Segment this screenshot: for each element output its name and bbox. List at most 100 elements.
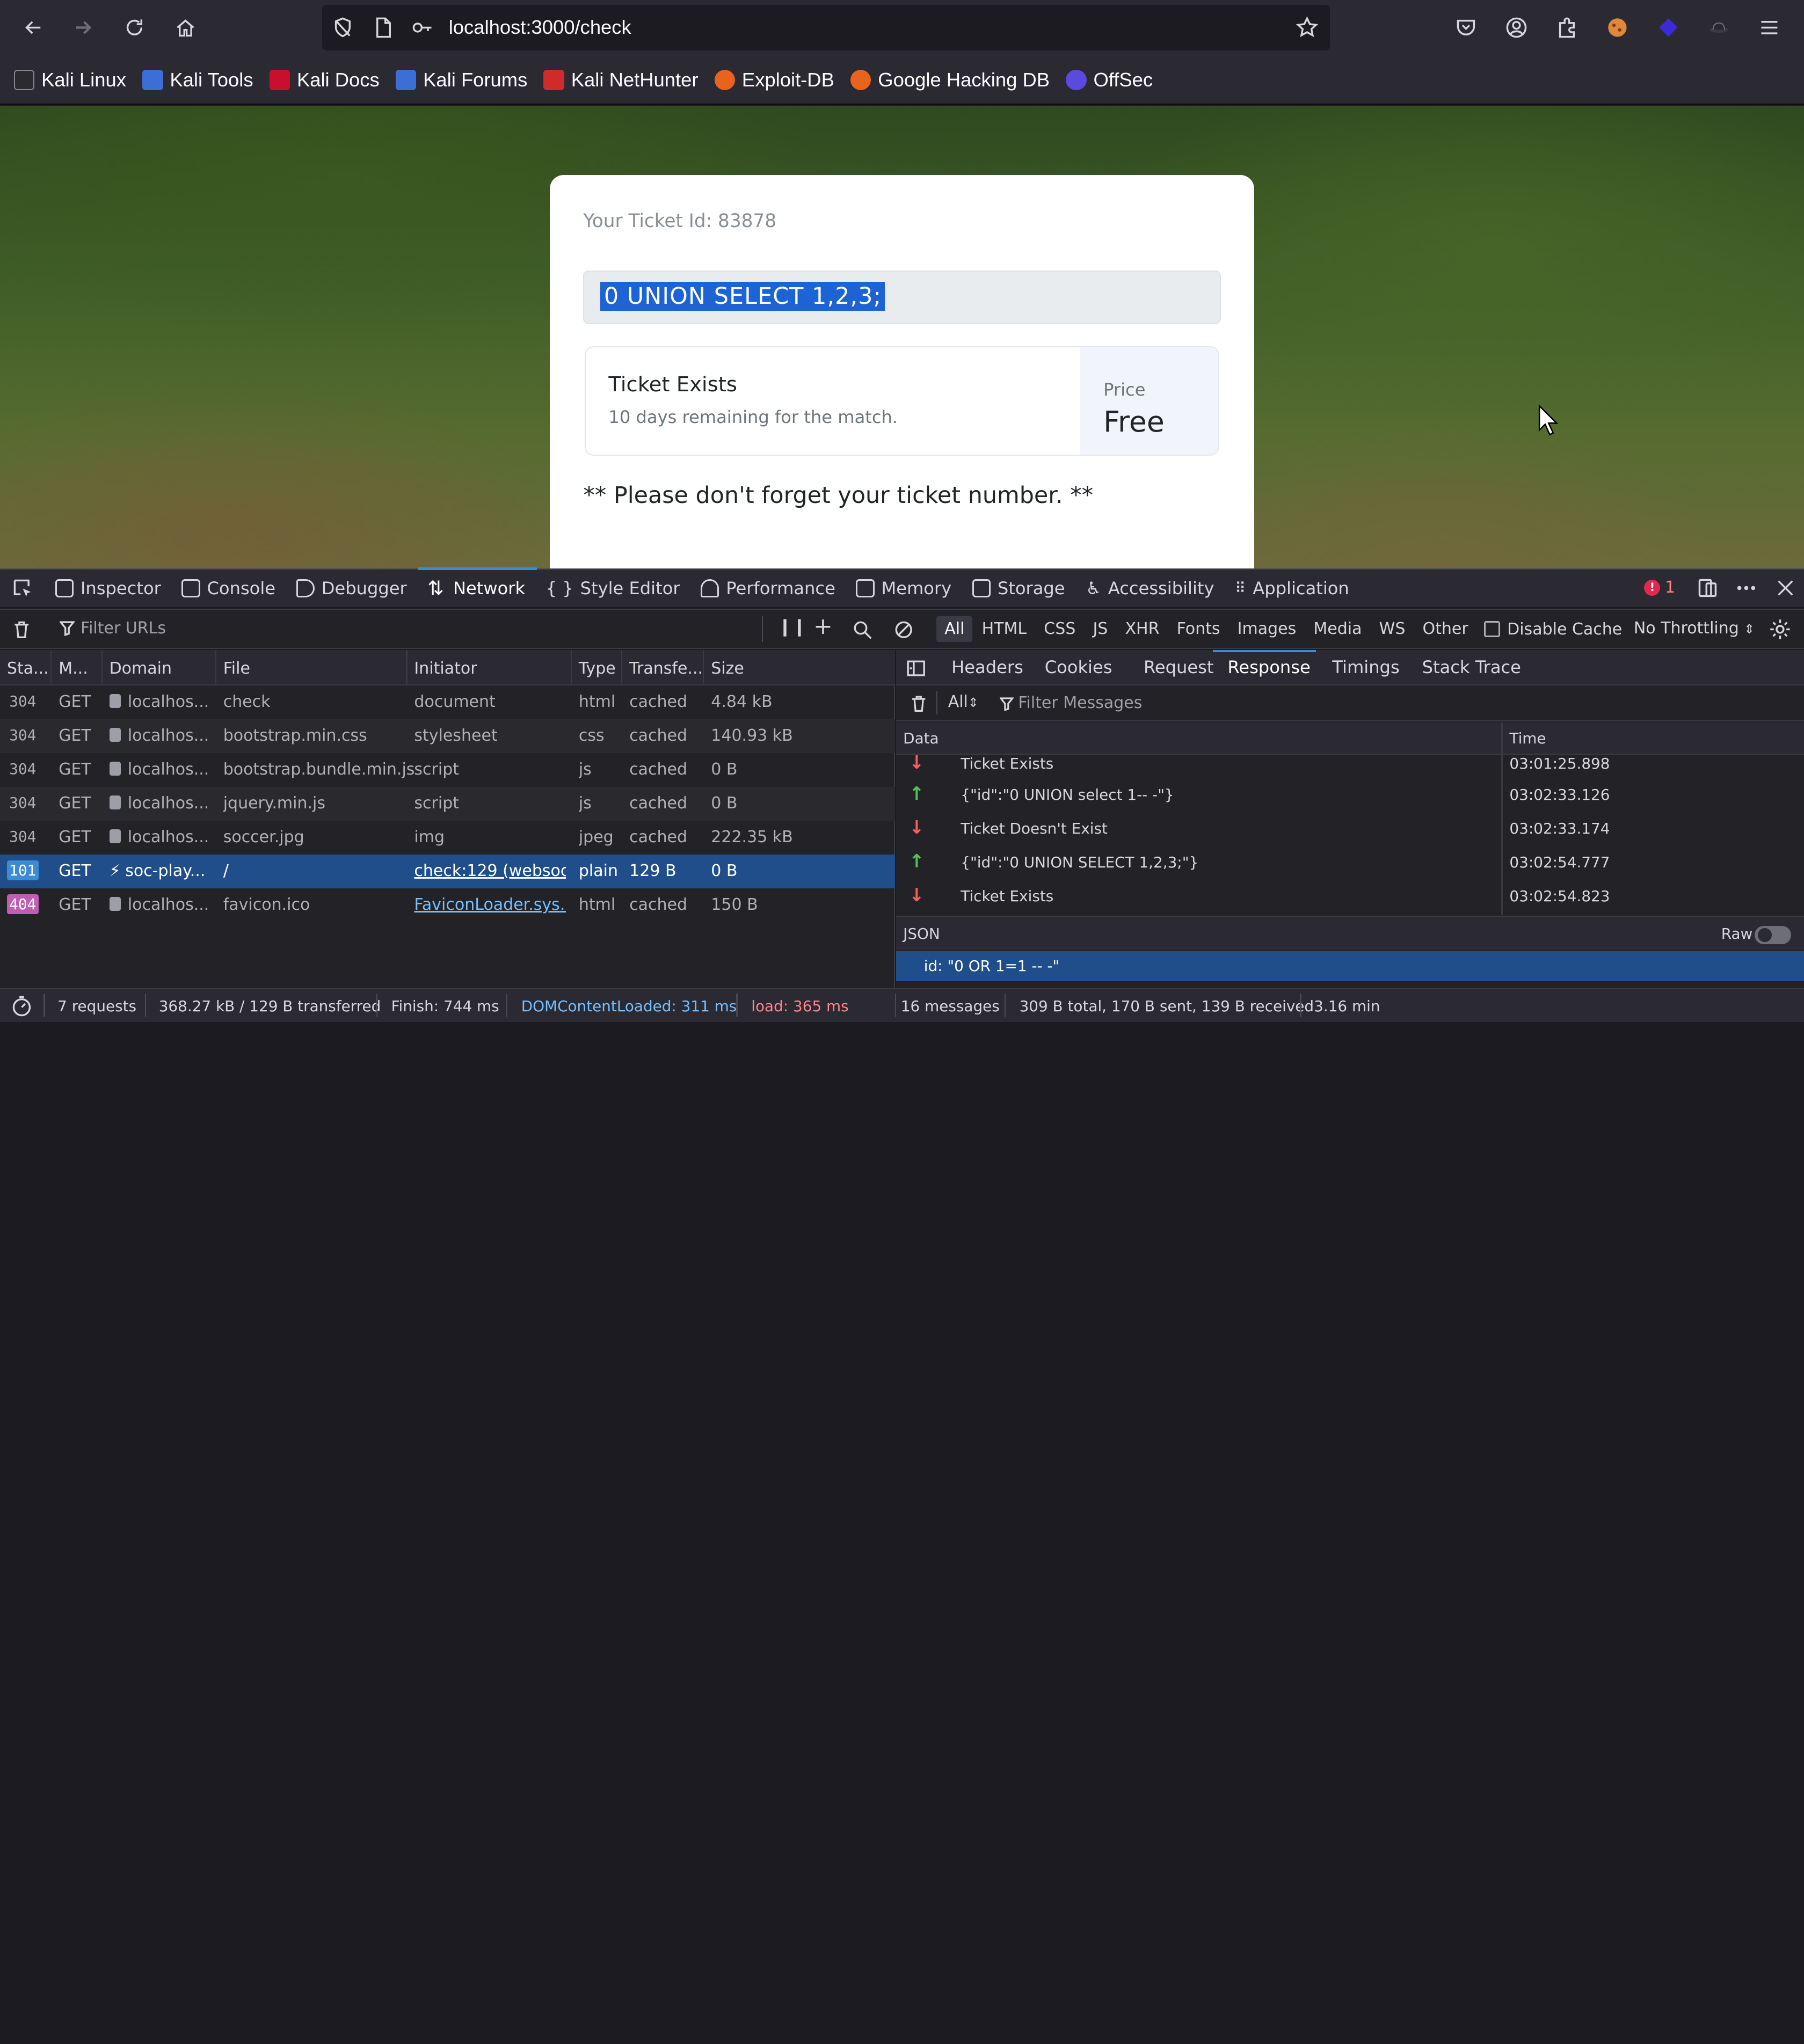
menu-icon[interactable] — [1751, 9, 1788, 46]
clear-requests-icon[interactable] — [11, 619, 32, 640]
bookmark-kali-tools[interactable]: Kali Tools — [142, 69, 253, 91]
col-transferred[interactable]: Transfe... — [629, 659, 703, 678]
request-row[interactable]: 304 GET localhos... bootstrap.bundle.min… — [0, 753, 895, 787]
json-property-row[interactable]: id: "0 OR 1=1 -- -" — [896, 951, 1804, 981]
request-row-selected[interactable]: 101 GET ⚡soc-play... / check:129 (websoc… — [0, 855, 896, 889]
type-filter-xhr[interactable]: XHR — [1117, 616, 1167, 642]
add-request-icon[interactable]: + — [813, 613, 833, 640]
tab-performance[interactable]: Performance — [692, 569, 847, 608]
extensions-icon[interactable] — [1548, 9, 1585, 46]
block-icon[interactable] — [894, 620, 913, 639]
tracking-shield-icon[interactable] — [331, 16, 354, 39]
error-count-badge[interactable]: ! 1 — [1644, 578, 1675, 597]
col-file[interactable]: File — [223, 659, 250, 678]
forward-icon[interactable] — [64, 9, 101, 46]
tab-inspector[interactable]: Inspector — [46, 569, 173, 608]
request-row[interactable]: 304 GET localhos... bootstrap.min.css st… — [0, 719, 896, 754]
close-devtools-icon[interactable] — [1774, 576, 1797, 600]
col-time[interactable]: Time — [1509, 729, 1546, 747]
bookmark-google-hacking-db[interactable]: Google Hacking DB — [850, 69, 1050, 91]
raw-toggle[interactable] — [1754, 925, 1792, 945]
tab-application[interactable]: ⠿ Application — [1226, 569, 1361, 608]
bookmark-offsec[interactable]: OffSec — [1066, 69, 1153, 91]
type-filter-media[interactable]: Media — [1305, 616, 1370, 642]
clear-messages-icon[interactable] — [909, 694, 928, 713]
request-row[interactable]: 304 GET localhos... soccer.jpg img jpeg … — [0, 821, 895, 855]
tab-headers[interactable]: Headers — [951, 657, 1023, 677]
column-divider[interactable] — [50, 649, 52, 686]
pause-icon[interactable]: ❙❙ — [778, 616, 807, 637]
checkbox-box[interactable] — [1484, 621, 1501, 638]
page-info-icon[interactable] — [372, 16, 395, 39]
col-type[interactable]: Type — [579, 659, 616, 678]
column-divider[interactable] — [215, 649, 216, 686]
initiator-link[interactable]: FaviconLoader.sys.... — [414, 895, 566, 914]
back-icon[interactable] — [15, 9, 52, 46]
ticket-input[interactable]: 0 UNION SELECT 1,2,3; — [583, 270, 1221, 325]
tab-debugger[interactable]: Debugger — [287, 569, 418, 608]
reload-icon[interactable] — [116, 9, 153, 46]
pocket-icon[interactable] — [1447, 9, 1485, 46]
permissions-key-icon[interactable] — [411, 16, 434, 39]
message-row[interactable]: ↓ Ticket Exists 03:02:54.823 — [896, 880, 1804, 914]
filter-urls-input[interactable]: Filter URLs — [81, 619, 166, 638]
type-filter-all[interactable]: All — [936, 616, 973, 642]
tab-accessibility[interactable]: ♿ Accessibility — [1076, 569, 1226, 608]
col-method[interactable]: M... — [59, 659, 88, 678]
col-initiator[interactable]: Initiator — [414, 659, 477, 678]
tab-cookies[interactable]: Cookies — [1045, 657, 1112, 677]
bookmark-exploit-db[interactable]: Exploit-DB — [714, 69, 834, 91]
message-row[interactable]: ↓ Ticket Exists 03:01:25.898 — [896, 748, 1804, 782]
col-data[interactable]: Data — [903, 729, 939, 747]
tab-memory[interactable]: Memory — [847, 569, 963, 608]
bookmark-kali-docs[interactable]: Kali Docs — [269, 69, 380, 91]
url-bar[interactable]: localhost:3000/check — [322, 4, 1330, 51]
tab-storage[interactable]: Storage — [963, 569, 1076, 608]
ticket-input-value[interactable]: 0 UNION SELECT 1,2,3; — [600, 281, 885, 311]
column-divider[interactable] — [101, 649, 103, 686]
account-icon[interactable] — [1498, 9, 1535, 46]
col-size[interactable]: Size — [711, 659, 744, 678]
column-divider[interactable] — [406, 649, 408, 686]
network-settings-gear-icon[interactable] — [1769, 618, 1792, 641]
initiator-link[interactable]: check:129 (websoc... — [414, 862, 566, 880]
bookmark-kali-linux[interactable]: Kali Linux — [13, 69, 126, 91]
extension-cookie-icon[interactable] — [1599, 9, 1636, 46]
col-status[interactable]: Sta... — [7, 659, 49, 678]
url-text[interactable]: localhost:3000/check — [449, 16, 631, 39]
tab-stack-trace[interactable]: Stack Trace — [1422, 657, 1521, 677]
column-divider[interactable] — [570, 649, 572, 686]
type-filter-other[interactable]: Other — [1415, 616, 1476, 642]
column-divider[interactable] — [703, 649, 704, 686]
extension-hat-icon[interactable] — [1700, 9, 1737, 46]
type-filter-html[interactable]: HTML — [974, 616, 1035, 642]
tab-timings[interactable]: Timings — [1332, 657, 1399, 677]
throttling-select[interactable]: No Throttling ⇕ — [1634, 619, 1755, 638]
request-row[interactable]: 404 GET localhos... favicon.ico FaviconL… — [0, 888, 895, 922]
tab-console[interactable]: Console — [172, 569, 287, 608]
tab-response[interactable]: Response — [1227, 657, 1310, 677]
bookmark-star-icon[interactable] — [1296, 16, 1319, 39]
message-row[interactable]: ↑ {"id":"0 UNION select 1-- -"} 03:02:33… — [896, 779, 1804, 813]
message-type-select[interactable]: All⇕ — [948, 692, 979, 711]
request-row[interactable]: 304 GET localhos... check document html … — [0, 685, 895, 719]
message-row[interactable]: ↓ Ticket Doesn't Exist 03:02:33.174 — [896, 813, 1804, 846]
performance-analysis-icon[interactable] — [10, 995, 33, 1018]
search-icon[interactable] — [853, 620, 872, 639]
disable-cache-checkbox[interactable]: Disable Cache — [1484, 620, 1622, 639]
filter-messages-input[interactable]: Filter Messages — [1018, 694, 1142, 712]
col-domain[interactable]: Domain — [110, 659, 172, 678]
type-filter-css[interactable]: CSS — [1036, 616, 1083, 642]
element-picker-icon[interactable] — [0, 569, 46, 608]
toggle-sidebar-icon[interactable] — [906, 659, 925, 677]
extension-diamond-icon[interactable] — [1650, 9, 1687, 46]
type-filter-images[interactable]: Images — [1230, 616, 1305, 642]
type-filter-fonts[interactable]: Fonts — [1169, 616, 1228, 642]
type-filter-js[interactable]: JS — [1085, 616, 1116, 642]
message-row[interactable]: ↑ {"id":"0 UNION SELECT 1,2,3;"} 03:02:5… — [896, 846, 1804, 880]
tab-network[interactable]: ⇅ Network — [418, 567, 537, 608]
request-row[interactable]: 304 GET localhos... jquery.min.js script… — [0, 787, 896, 821]
type-filter-ws[interactable]: WS — [1371, 616, 1414, 642]
tab-style-editor[interactable]: { } Style Editor — [537, 569, 692, 608]
more-options-icon[interactable] — [1735, 576, 1758, 600]
